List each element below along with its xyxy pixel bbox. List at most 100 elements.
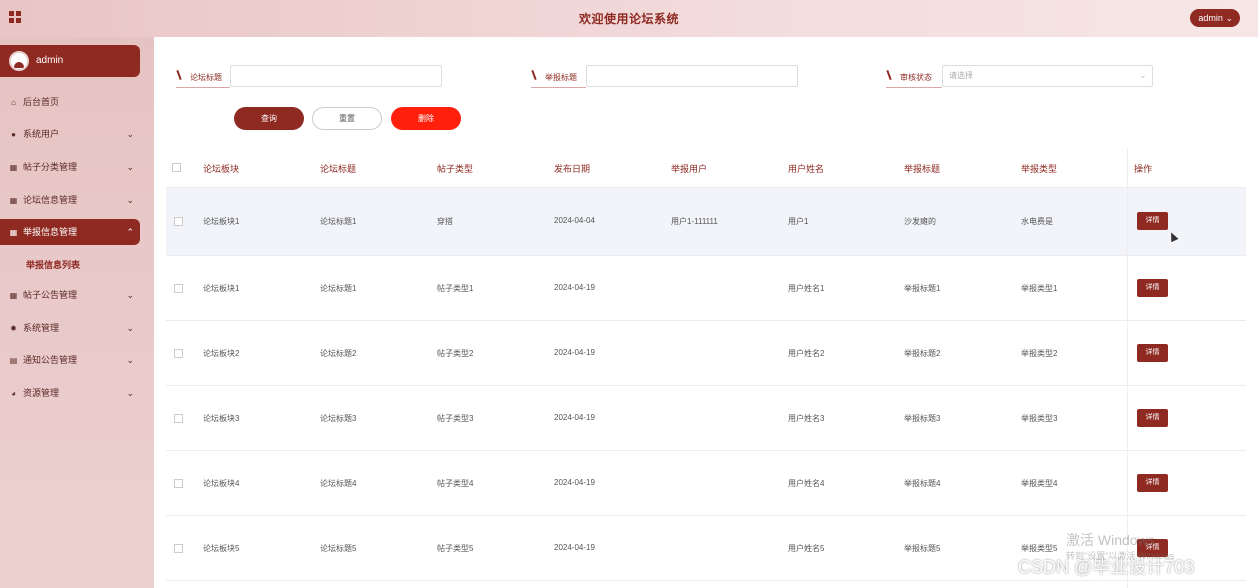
delete-button[interactable]: 删除 bbox=[391, 107, 461, 130]
chevron-up-icon: ⌃ bbox=[126, 227, 134, 237]
table-cell: 举报标题5 bbox=[904, 544, 941, 553]
sidebar-subitem-report-list[interactable]: 举报信息列表 bbox=[26, 258, 80, 271]
sidebar-item-system-users[interactable]: ● 系统用户 ⌄ bbox=[0, 121, 140, 147]
table-cell: 帖子类型5 bbox=[437, 544, 474, 553]
table-cell: 用户姓名2 bbox=[788, 349, 825, 358]
table-cell: 论坛板块1 bbox=[203, 284, 240, 293]
sidebar-item-label: 通知公告管理 bbox=[23, 355, 78, 365]
sidebar-user-name: admin bbox=[36, 55, 64, 66]
label-underline bbox=[176, 87, 230, 88]
sidebar-item-notice-manage[interactable]: ▤ 通知公告管理 ⌄ bbox=[0, 347, 140, 373]
table-cell: 论坛板块4 bbox=[203, 479, 240, 488]
chevron-down-icon: ⌄ bbox=[1139, 70, 1147, 80]
table-cell: 论坛标题5 bbox=[320, 544, 357, 553]
table-cell: 论坛板块2 bbox=[203, 349, 240, 358]
table-cell: 2024-04-19 bbox=[554, 478, 595, 487]
col-header-report-user: 举报用户 bbox=[671, 164, 708, 174]
row-checkbox[interactable] bbox=[174, 479, 183, 488]
report-title-input[interactable] bbox=[586, 65, 798, 87]
select-all-checkbox[interactable] bbox=[172, 163, 181, 172]
row-checkbox[interactable] bbox=[174, 284, 183, 293]
table-cell: 水电费是 bbox=[1021, 217, 1053, 226]
sidebar-item-resource-manage[interactable]: ◕ 资源管理 ⌄ bbox=[0, 380, 140, 406]
label-underline bbox=[531, 87, 586, 88]
table-cell: 用户1-111111 bbox=[671, 217, 718, 226]
table-cell: 穿搭 bbox=[437, 217, 453, 226]
chevron-down-icon: ⌄ bbox=[126, 195, 134, 205]
detail-button[interactable]: 详情 bbox=[1137, 474, 1168, 492]
sidebar-item-home[interactable]: ⌂ 后台首页 bbox=[0, 89, 140, 115]
detail-button[interactable]: 详情 bbox=[1137, 409, 1168, 427]
detail-button[interactable]: 详情 bbox=[1137, 279, 1168, 297]
row-checkbox[interactable] bbox=[174, 349, 183, 358]
sidebar-item-report-info[interactable]: ▦ 举报信息管理 ⌃ bbox=[0, 219, 140, 245]
pie-chart-icon: ◕ bbox=[11, 389, 16, 398]
table-cell: 2024-04-19 bbox=[554, 283, 595, 292]
row-divider bbox=[166, 580, 1246, 581]
detail-button[interactable]: 详情 bbox=[1137, 344, 1168, 362]
row-checkbox[interactable] bbox=[174, 544, 183, 553]
table-cell: 论坛标题3 bbox=[320, 414, 357, 423]
table-cell: 举报标题4 bbox=[904, 479, 941, 488]
table-cell: 举报标题1 bbox=[904, 284, 941, 293]
label-tick-icon bbox=[176, 69, 182, 81]
col-header-report-type: 举报类型 bbox=[1021, 164, 1058, 174]
table-cell: 论坛标题1 bbox=[320, 284, 357, 293]
sidebar-item-label: 系统用户 bbox=[23, 129, 60, 139]
sidebar-item-label: 举报信息管理 bbox=[23, 227, 78, 237]
sidebar-item-post-category[interactable]: ▦ 帖子分类管理 ⌄ bbox=[0, 154, 140, 180]
table-cell: 2024-04-19 bbox=[554, 413, 595, 422]
sidebar: admin bbox=[0, 37, 154, 588]
chevron-down-icon: ⌄ bbox=[126, 323, 134, 333]
sidebar-item-label: 后台首页 bbox=[23, 97, 60, 107]
table-cell: 论坛标题2 bbox=[320, 349, 357, 358]
chevron-down-icon: ⌄ bbox=[126, 355, 134, 365]
top-bar: 欢迎使用论坛系统 admin ⌄ bbox=[0, 0, 1258, 37]
table-cell: 帖子类型1 bbox=[437, 284, 474, 293]
col-header-publish-date: 发布日期 bbox=[554, 164, 591, 174]
sidebar-item-label: 帖子分类管理 bbox=[23, 162, 78, 172]
grid-icon: ▦ bbox=[9, 291, 18, 300]
table-cell: 帖子类型4 bbox=[437, 479, 474, 488]
row-checkbox[interactable] bbox=[174, 414, 183, 423]
table-cell: 帖子类型2 bbox=[437, 349, 474, 358]
avatar bbox=[9, 51, 29, 71]
row-divider bbox=[166, 385, 1246, 386]
sidebar-item-label: 资源管理 bbox=[23, 388, 60, 398]
table-cell: 举报类型2 bbox=[1021, 349, 1058, 358]
status-select-placeholder: 请选择 bbox=[949, 71, 973, 80]
grid-icon: ▦ bbox=[9, 228, 18, 237]
reset-button[interactable]: 重置 bbox=[312, 107, 382, 130]
document-icon: ▤ bbox=[9, 356, 18, 365]
table-cell: 帖子类型3 bbox=[437, 414, 474, 423]
col-header-post-type: 帖子类型 bbox=[437, 164, 474, 174]
chevron-down-icon: ⌄ bbox=[126, 129, 134, 139]
col-header-user-name: 用户姓名 bbox=[788, 164, 825, 174]
admin-dropdown[interactable]: admin ⌄ bbox=[1190, 9, 1240, 27]
table-cell: 举报类型4 bbox=[1021, 479, 1058, 488]
forum-title-input[interactable] bbox=[230, 65, 442, 87]
label-underline bbox=[886, 87, 942, 88]
table-cell: 用户姓名5 bbox=[788, 544, 825, 553]
table-cell: 举报类型3 bbox=[1021, 414, 1058, 423]
sidebar-item-system-manage[interactable]: ✹ 系统管理 ⌄ bbox=[0, 315, 140, 341]
table-cell: 论坛标题4 bbox=[320, 479, 357, 488]
sidebar-item-post-notice[interactable]: ▦ 帖子公告管理 ⌄ bbox=[0, 282, 140, 308]
detail-button[interactable]: 详情 bbox=[1137, 212, 1168, 230]
status-select[interactable]: 请选择 bbox=[942, 65, 1153, 87]
table-cell: 论坛标题1 bbox=[320, 217, 357, 226]
row-divider bbox=[166, 187, 1246, 188]
query-button[interactable]: 查询 bbox=[234, 107, 304, 130]
table-cell: 2024-04-04 bbox=[554, 216, 595, 225]
user-icon: ● bbox=[11, 130, 16, 139]
table-cell: 举报标题3 bbox=[904, 414, 941, 423]
col-header-forum-title: 论坛标题 bbox=[320, 164, 357, 174]
table-cell: 举报标题2 bbox=[904, 349, 941, 358]
forum-title-label: 论坛标题 bbox=[190, 73, 222, 82]
row-divider bbox=[166, 320, 1246, 321]
col-header-actions: 操作 bbox=[1134, 164, 1153, 174]
row-checkbox[interactable] bbox=[174, 217, 183, 226]
table-cell: 2024-04-19 bbox=[554, 348, 595, 357]
sidebar-item-forum-info[interactable]: ▦ 论坛信息管理 ⌄ bbox=[0, 187, 140, 213]
label-tick-icon bbox=[531, 69, 537, 81]
